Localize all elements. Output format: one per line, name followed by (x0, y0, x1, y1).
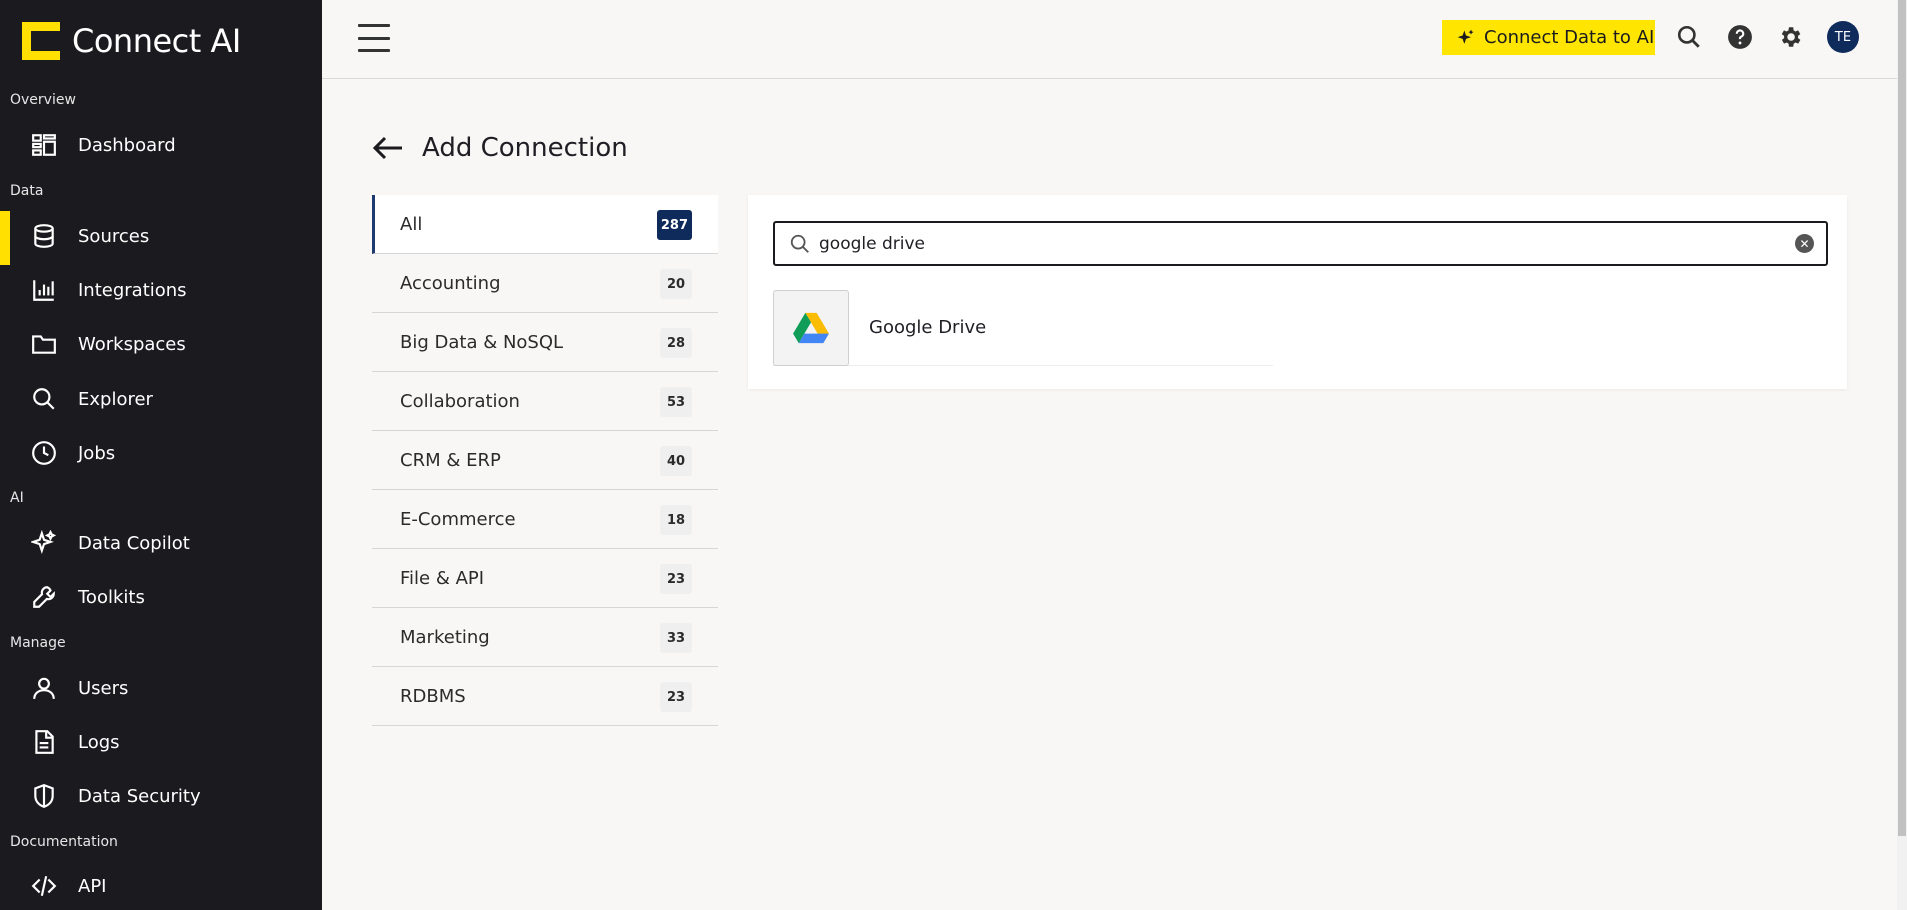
google-drive-icon (793, 312, 829, 343)
category-item-all[interactable]: All 287 (372, 195, 718, 254)
sidebar-item-logs[interactable]: Logs (0, 717, 322, 767)
sparkle-icon (30, 530, 58, 556)
sidebar-item-label: Dashboard (78, 134, 176, 156)
category-item-collaboration[interactable]: Collaboration 53 (372, 372, 718, 431)
section-label-ai: AI (10, 490, 24, 506)
sidebar-item-label: API (78, 875, 107, 897)
menu-icon[interactable] (358, 24, 390, 52)
shield-icon (30, 783, 58, 809)
sidebar-item-dashboard[interactable]: Dashboard (0, 120, 322, 170)
category-label: Collaboration (400, 390, 520, 412)
connect-data-to-ai-button[interactable]: Connect Data to AI (1442, 20, 1655, 55)
results-panel: ✕ Google Drive (748, 195, 1847, 389)
sidebar-item-label: Users (78, 677, 129, 699)
category-item-big-data-nosql[interactable]: Big Data & NoSQL 28 (372, 313, 718, 372)
category-item-crm-erp[interactable]: CRM & ERP 40 (372, 431, 718, 490)
result-item-google-drive[interactable]: Google Drive (773, 289, 1273, 366)
wrench-icon (30, 584, 58, 610)
section-label-overview: Overview (10, 92, 76, 108)
category-list: All 287 Accounting 20 Big Data & NoSQL 2… (372, 195, 718, 726)
section-label-manage: Manage (10, 635, 66, 651)
sidebar-item-label: Jobs (78, 442, 116, 464)
document-icon (30, 729, 58, 755)
category-item-accounting[interactable]: Accounting 20 (372, 254, 718, 313)
category-count-badge: 18 (660, 505, 692, 535)
logo-mark-icon (22, 22, 60, 60)
category-count-badge: 33 (660, 623, 692, 653)
sidebar-item-label: Data Security (78, 785, 201, 807)
search-input[interactable] (819, 229, 1779, 259)
clock-icon (30, 440, 58, 466)
category-count-badge: 28 (660, 328, 692, 358)
category-count-badge: 53 (660, 387, 692, 417)
sidebar-item-integrations[interactable]: Integrations (0, 265, 322, 315)
logo[interactable]: Connect AI (22, 22, 241, 60)
category-count-badge: 20 (660, 269, 692, 299)
category-label: File & API (400, 567, 485, 589)
category-label: All (400, 213, 423, 235)
sidebar-item-jobs[interactable]: Jobs (0, 428, 322, 478)
page-title: Add Connection (422, 133, 628, 163)
search-icon[interactable] (1676, 24, 1702, 50)
gear-icon[interactable] (1777, 24, 1803, 50)
code-icon (30, 873, 58, 899)
back-arrow-icon[interactable] (372, 134, 404, 162)
sidebar-item-users[interactable]: Users (0, 663, 322, 713)
sidebar-item-label: Workspaces (78, 333, 186, 355)
category-count-badge: 23 (660, 564, 692, 594)
category-count-badge: 40 (660, 446, 692, 476)
scrollbar-thumb[interactable] (1898, 0, 1906, 836)
category-label: CRM & ERP (400, 449, 501, 471)
user-icon (30, 675, 58, 701)
sidebar-item-data-copilot[interactable]: Data Copilot (0, 518, 322, 568)
sidebar-item-label: Logs (78, 731, 120, 753)
category-label: RDBMS (400, 685, 466, 707)
category-item-rdbms[interactable]: RDBMS 23 (372, 667, 718, 726)
bar-chart-icon (30, 277, 58, 303)
category-item-file-api[interactable]: File & API 23 (372, 549, 718, 608)
sidebar-item-toolkits[interactable]: Toolkits (0, 572, 322, 622)
sidebar-item-label: Data Copilot (78, 532, 190, 554)
sidebar-item-label: Toolkits (78, 586, 145, 608)
sidebar-item-workspaces[interactable]: Workspaces (0, 319, 322, 369)
sidebar-item-label: Sources (78, 225, 150, 247)
connect-button-label: Connect Data to AI (1484, 27, 1655, 48)
sidebar-item-label: Explorer (78, 388, 153, 410)
sidebar: Connect AI Overview Dashboard Data Sourc… (0, 0, 322, 910)
page-header: Add Connection (372, 128, 628, 168)
sidebar-item-sources[interactable]: Sources (0, 211, 322, 265)
dashboard-icon (30, 132, 58, 158)
category-label: E-Commerce (400, 508, 516, 530)
section-label-documentation: Documentation (10, 834, 118, 850)
result-name: Google Drive (869, 317, 987, 338)
category-count-badge: 287 (656, 210, 692, 240)
result-logo (773, 289, 849, 366)
category-item-marketing[interactable]: Marketing 33 (372, 608, 718, 667)
sidebar-item-data-security[interactable]: Data Security (0, 771, 322, 821)
database-icon (30, 223, 58, 249)
section-label-data: Data (10, 183, 44, 199)
search-icon (790, 234, 809, 253)
sidebar-item-explorer[interactable]: Explorer (0, 374, 322, 424)
sidebar-item-api[interactable]: API (0, 861, 322, 910)
clear-search-icon[interactable]: ✕ (1795, 234, 1814, 253)
help-icon[interactable] (1727, 24, 1753, 50)
top-bar: Connect Data to AI TE (322, 0, 1898, 79)
category-label: Big Data & NoSQL (400, 331, 564, 353)
category-count-badge: 23 (660, 682, 692, 712)
folder-icon (30, 331, 58, 357)
category-label: Marketing (400, 626, 490, 648)
sparkle-icon (1457, 29, 1474, 44)
search-icon (30, 386, 58, 412)
logo-text: Connect AI (72, 22, 241, 60)
category-item-e-commerce[interactable]: E-Commerce 18 (372, 490, 718, 549)
category-label: Accounting (400, 272, 501, 294)
search-box: ✕ (773, 221, 1828, 266)
sidebar-item-label: Integrations (78, 279, 187, 301)
avatar[interactable]: TE (1827, 21, 1859, 53)
